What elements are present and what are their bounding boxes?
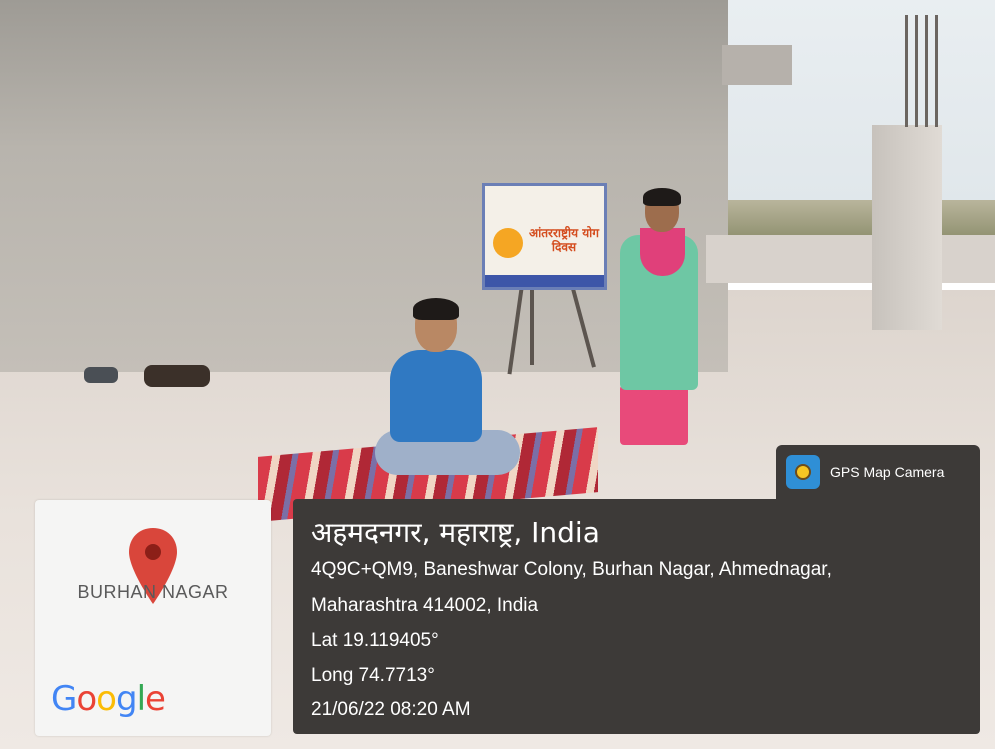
brand-label: GPS Map Camera xyxy=(830,464,945,480)
wall-ledge xyxy=(722,45,792,85)
parapet-wall xyxy=(706,235,995,283)
location-info-panel: अहमदनगर, महाराष्ट्र, India 4Q9C+QM9, Ban… xyxy=(293,499,980,734)
gps-camera-brand: GPS Map Camera xyxy=(776,445,980,499)
woman-hair xyxy=(643,188,681,206)
rebar xyxy=(915,15,918,127)
rebar xyxy=(935,15,938,127)
address-line-2: Maharashtra 414002, India xyxy=(311,595,539,616)
banner-title: आंतरराष्ट्रीय योग दिवस xyxy=(528,226,600,254)
man-body xyxy=(390,350,482,442)
timestamp: 21/06/22 08:20 AM xyxy=(311,699,471,720)
stand-leg xyxy=(530,285,534,365)
man-hair xyxy=(413,298,459,320)
yoga-logo xyxy=(493,228,523,258)
yoga-day-banner: आंतरराष्ट्रीय योग दिवस xyxy=(482,183,607,290)
banner-footer-strip xyxy=(485,275,604,287)
distant-hills xyxy=(710,200,995,240)
rebar xyxy=(925,15,928,127)
address-line-1: 4Q9C+QM9, Baneshwar Colony, Burhan Nagar… xyxy=(311,559,832,580)
map-thumbnail: BURHAN NAGAR Google xyxy=(35,500,271,736)
place-name: अहमदनगर, महाराष्ट्र, India xyxy=(311,516,600,549)
gps-camera-icon xyxy=(786,455,820,489)
sky xyxy=(720,0,995,230)
latitude: Lat 19.119405° xyxy=(311,630,439,651)
shoes xyxy=(84,367,118,383)
longitude: Long 74.7713° xyxy=(311,665,435,686)
bag xyxy=(144,365,210,387)
woman-scarf xyxy=(640,228,685,276)
concrete-column xyxy=(872,125,942,330)
rebar xyxy=(905,15,908,127)
woman-pants xyxy=(620,385,688,445)
map-area-label: BURHAN NAGAR xyxy=(77,582,229,602)
google-logo: Google xyxy=(51,679,166,719)
photo-frame: आंतरराष्ट्रीय योग दिवस BURHAN NAGAR Goog… xyxy=(0,0,995,749)
concrete-wall xyxy=(0,0,728,372)
